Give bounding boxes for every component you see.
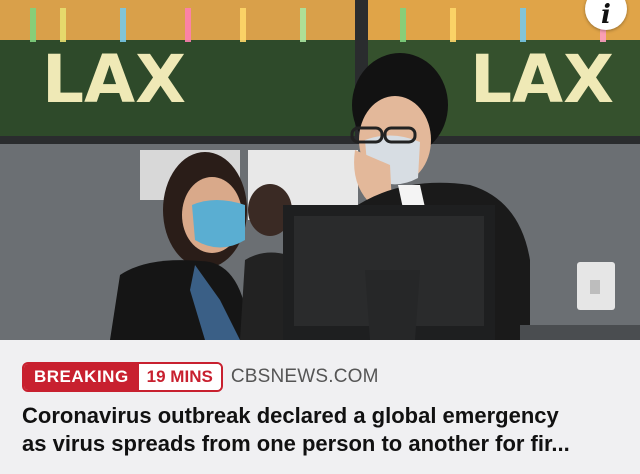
meta-row: BREAKING 19 MINS CBSNEWS.COM: [22, 362, 379, 392]
breaking-badge: BREAKING 19 MINS: [22, 362, 223, 392]
age-label: 19 MINS: [138, 364, 221, 390]
breaking-label: BREAKING: [24, 364, 139, 390]
caption-area[interactable]: BREAKING 19 MINS CBSNEWS.COM Coronavirus…: [0, 340, 640, 474]
news-card[interactable]: LAX LAX i BREAKING 19 MINS CBSNEWS.COM C…: [0, 0, 640, 474]
lax-sign-left: LAX: [42, 41, 186, 118]
news-photo[interactable]: LAX LAX: [0, 0, 640, 340]
headline-line-2: as virus spreads from one person to anot…: [22, 431, 570, 456]
headline-line-1: Coronavirus outbreak declared a global e…: [22, 403, 559, 428]
info-icon: i: [601, 0, 611, 30]
source-label: CBSNEWS.COM: [230, 366, 379, 387]
lax-sign-right: LAX: [470, 41, 614, 118]
headline[interactable]: Coronavirus outbreak declared a global e…: [22, 402, 628, 458]
